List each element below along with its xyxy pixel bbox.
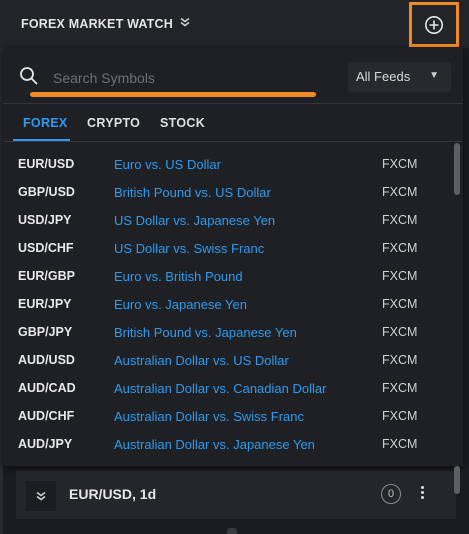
symbol-description: British Pound vs. US Dollar (114, 185, 271, 200)
symbol-code: GBP/JPY (18, 325, 73, 339)
symbol-description: Australian Dollar vs. US Dollar (114, 353, 289, 368)
symbol-row[interactable]: USD/JPY US Dollar vs. Japanese Yen FXCM (3, 206, 453, 234)
symbol-feed: FXCM (382, 213, 418, 227)
chart-panel-header: EUR/USD, 1d 0 (16, 471, 456, 519)
symbol-description: US Dollar vs. Swiss Franc (114, 241, 265, 256)
caret-down-icon: ▼ (429, 70, 439, 81)
symbol-row[interactable]: EUR/JPY Euro vs. Japanese Yen FXCM (3, 290, 453, 318)
symbol-row[interactable]: GBP/JPY British Pound vs. Japanese Yen F… (3, 318, 453, 346)
symbol-list-scrollbar[interactable] (454, 143, 460, 195)
market-tabs: FOREX CRYPTO STOCK (3, 104, 463, 142)
header-title: FOREX MARKET WATCH (21, 17, 173, 31)
symbol-row[interactable]: GBP/USD British Pound vs. US Dollar FXCM (3, 178, 453, 206)
symbol-code: GBP/USD (18, 185, 75, 199)
active-tab-indicator (13, 139, 70, 141)
symbol-feed: FXCM (382, 157, 418, 171)
feed-select[interactable]: All Feeds ▼ (348, 62, 451, 92)
tab-divider (3, 141, 463, 142)
symbol-description: British Pound vs. Japanese Yen (114, 325, 297, 340)
tab-forex[interactable]: FOREX (23, 116, 68, 130)
plus-circle-icon (425, 15, 443, 34)
symbol-description: US Dollar vs. Japanese Yen (114, 213, 276, 228)
symbol-description: Euro vs. Japanese Yen (114, 297, 247, 312)
symbol-row[interactable]: AUD/USD Australian Dollar vs. US Dollar … (3, 346, 453, 374)
market-watch-title[interactable]: FOREX MARKET WATCH (21, 17, 190, 31)
panel-toggle-button[interactable] (26, 481, 56, 511)
symbol-row[interactable]: AUD/CHF Australian Dollar vs. Swiss Fran… (3, 402, 453, 430)
symbol-search-dropdown: All Feeds ▼ FOREX CRYPTO STOCK EUR/USD E… (3, 48, 463, 466)
symbol-feed: FXCM (382, 185, 418, 199)
symbol-description: Euro vs. British Pound (114, 269, 243, 284)
symbol-feed: FXCM (382, 381, 418, 395)
tab-crypto[interactable]: CRYPTO (87, 116, 140, 130)
symbol-code: AUD/JPY (18, 437, 73, 451)
tab-stock[interactable]: STOCK (160, 116, 205, 130)
symbol-feed: FXCM (382, 437, 418, 451)
symbol-row[interactable]: EUR/GBP Euro vs. British Pound FXCM (3, 262, 453, 290)
count-badge: 0 (381, 484, 401, 504)
feed-select-value: All Feeds (356, 69, 411, 84)
search-highlight-underline (30, 92, 316, 97)
kebab-menu-icon[interactable] (416, 484, 428, 506)
symbol-row[interactable]: EUR/USD Euro vs. US Dollar FXCM (3, 150, 453, 178)
symbol-code: USD/JPY (18, 213, 72, 227)
search-input[interactable] (51, 65, 335, 91)
symbol-feed: FXCM (382, 297, 418, 311)
symbol-row[interactable]: USD/CHF US Dollar vs. Swiss Franc FXCM (3, 234, 453, 262)
symbol-description: Euro vs. US Dollar (114, 157, 221, 172)
bottom-edge (227, 528, 237, 534)
symbol-feed: FXCM (382, 325, 418, 339)
double-chevron-down-icon (36, 491, 46, 501)
symbol-code: EUR/USD (18, 157, 75, 171)
symbol-code: AUD/CAD (18, 381, 76, 395)
symbol-code: EUR/GBP (18, 269, 75, 283)
symbol-description: Australian Dollar vs. Swiss Franc (114, 409, 304, 424)
symbol-code: EUR/JPY (18, 297, 72, 311)
symbol-code: AUD/USD (18, 353, 75, 367)
symbol-description: Australian Dollar vs. Canadian Dollar (114, 381, 327, 396)
panel-scrollbar[interactable] (454, 466, 460, 494)
double-chevron-down-icon[interactable] (180, 17, 190, 30)
market-watch-header: FOREX MARKET WATCH (0, 0, 469, 48)
search-icon (20, 67, 38, 85)
add-symbol-button[interactable] (409, 2, 459, 47)
symbol-row[interactable]: AUD/CAD Australian Dollar vs. Canadian D… (3, 374, 453, 402)
panel-title: EUR/USD, 1d (69, 486, 157, 502)
symbol-feed: FXCM (382, 409, 418, 423)
symbol-code: AUD/CHF (18, 409, 75, 423)
symbol-feed: FXCM (382, 241, 418, 255)
symbol-feed: FXCM (382, 269, 418, 283)
search-row: All Feeds ▼ (3, 48, 463, 103)
symbol-code: USD/CHF (18, 241, 74, 255)
symbol-row[interactable]: AUD/JPY Australian Dollar vs. Japanese Y… (3, 430, 453, 458)
symbol-feed: FXCM (382, 353, 418, 367)
symbol-description: Australian Dollar vs. Japanese Yen (114, 437, 315, 452)
